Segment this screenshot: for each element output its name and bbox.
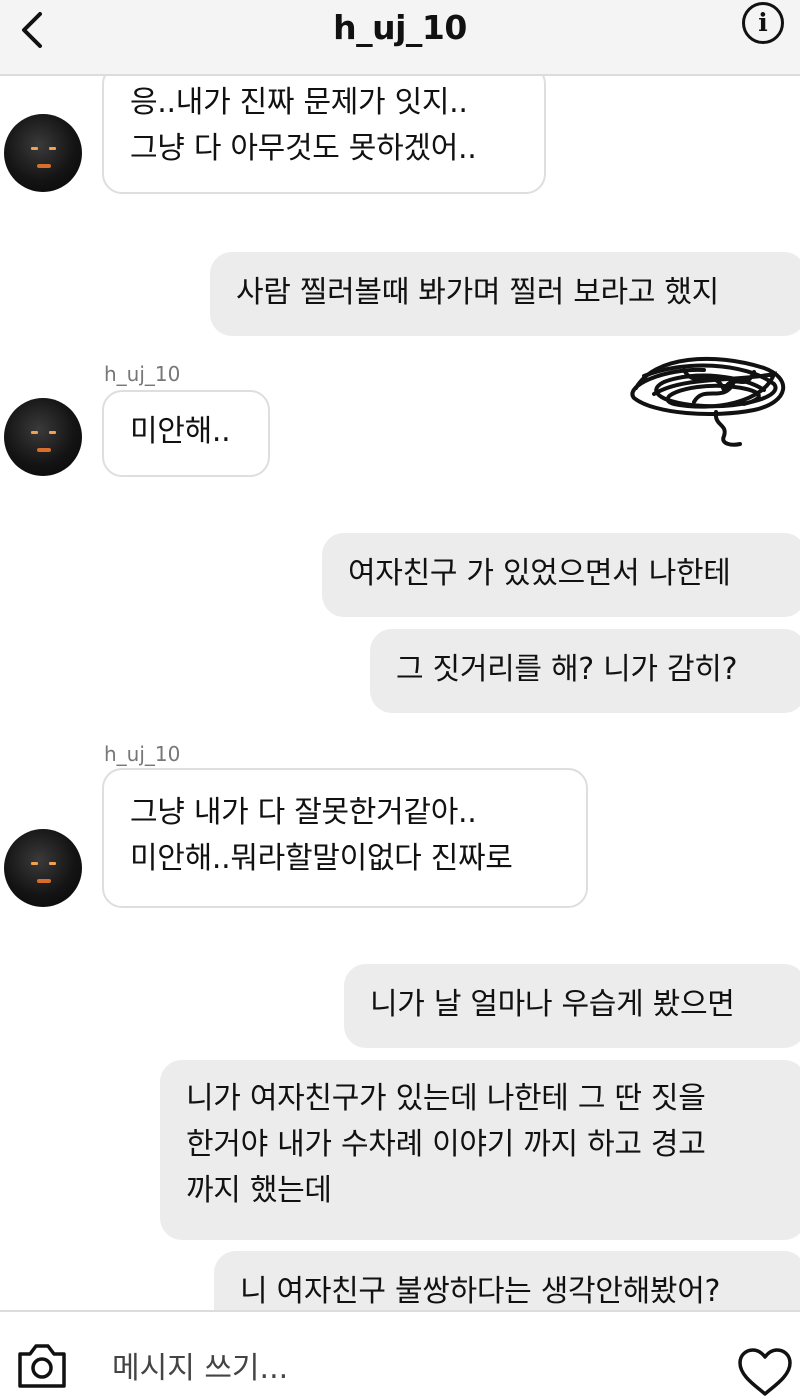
message-bubble-sent[interactable]: 니 여자친구 불쌍하다는 생각안해봤어?	[214, 1251, 800, 1310]
message-input[interactable]	[112, 1348, 672, 1388]
chat-title[interactable]: h_uj_10	[0, 8, 800, 47]
avatar[interactable]	[4, 114, 82, 192]
message-composer	[0, 1310, 800, 1396]
scribble-redaction	[630, 356, 785, 447]
sender-name: h_uj_10	[104, 362, 181, 386]
message-bubble-sent[interactable]: 여자친구 가 있었으면서 나한테	[322, 533, 800, 617]
message-bubble-received[interactable]: 미안해..	[102, 390, 270, 477]
chat-header: h_uj_10 i	[0, 0, 800, 76]
avatar[interactable]	[4, 829, 82, 907]
message-bubble-sent[interactable]: 니가 날 얼마나 우습게 봤으면	[344, 964, 800, 1048]
message-bubble-received[interactable]: 응..내가 진짜 문제가 잇지.. 그냥 다 아무것도 못하겠어..	[102, 64, 546, 194]
camera-icon[interactable]	[14, 1340, 70, 1388]
message-bubble-sent[interactable]: 니가 여자친구가 있는데 나한테 그 딴 짓을 한거야 내가 수차례 이야기 까…	[160, 1060, 800, 1240]
message-bubble-received[interactable]: 그냥 내가 다 잘못한거같아.. 미안해..뭐라할말이없다 진짜로	[102, 768, 588, 908]
avatar[interactable]	[4, 398, 82, 476]
heart-icon[interactable]	[736, 1348, 794, 1398]
message-thread: 응..내가 진짜 문제가 잇지.. 그냥 다 아무것도 못하겠어.. 사람 찔러…	[0, 0, 800, 1310]
sender-name: h_uj_10	[104, 742, 181, 766]
message-bubble-sent[interactable]: 그 짓거리를 해? 니가 감히?	[370, 629, 800, 713]
info-icon[interactable]: i	[742, 2, 784, 44]
message-bubble-sent[interactable]: 사람 찔러볼때 봐가며 찔러 보라고 했지	[210, 252, 800, 336]
